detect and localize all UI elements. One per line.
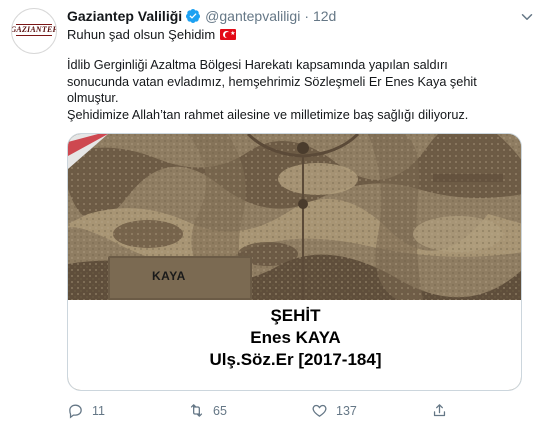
display-name[interactable]: Gaziantep Valiliği [67,8,182,24]
tweet-actions: 11 65 137 [67,402,507,420]
image-caption: ŞEHİT Enes KAYA Ulş.Söz.Er [2017-184] [68,300,521,390]
retweet-icon [190,404,203,417]
like-button[interactable]: 137 [311,402,357,419]
tweet-body-line: Şehidimize Allah’tan rahmet ailesine ve … [67,107,469,122]
chevron-down-icon[interactable] [518,8,536,26]
verified-badge-icon [186,9,201,23]
like-count: 137 [336,403,357,418]
tweet-body-line: İdlib Gerginliği Azaltma Bölgesi Harekat… [67,58,448,72]
like-icon [312,404,327,417]
share-button[interactable] [431,402,456,419]
tweet-header: Gaziantep Valiliği @gantepvaliligi · 12d [67,6,336,26]
retweet-count: 65 [213,403,227,418]
tweet-body-line: olmuştur. [67,91,119,105]
tweet-first-line: Ruhun şad olsun Şehidim ★ [67,27,237,42]
caption-title: ŞEHİT [270,306,321,325]
retweet-button[interactable]: 65 [188,402,227,419]
separator-dot: · [304,8,309,24]
tweet-image[interactable]: KAYA ŞEHİT Enes KAYA Ulş.Söz.Er [2017-18… [67,133,522,391]
caption-name: Enes KAYA [250,328,341,347]
reply-icon [69,404,82,419]
tweet-body: İdlib Gerginliği Azaltma Bölgesi Harekat… [67,57,527,123]
reply-button[interactable]: 11 [67,402,105,419]
turkish-flag-icon: ★ [220,29,237,40]
handle[interactable]: @gantepvaliligi [205,8,300,24]
tweet-card[interactable]: GAZIANTEP Gaziantep Valiliği @gantepvali… [0,0,547,426]
tweet-first-line-text: Ruhun şad olsun Şehidim [67,27,216,42]
share-icon [433,404,446,417]
name-tape: KAYA [108,256,252,300]
tweet-body-line: sonucunda vatan evladımız, hemşehrimiz S… [67,74,477,89]
timestamp[interactable]: 12d [313,8,336,24]
caption-rank: Ulş.Söz.Er [2017-184] [209,350,382,369]
reply-count: 11 [92,403,105,418]
name-tape-label: KAYA [152,269,186,283]
avatar[interactable]: GAZIANTEP [11,8,57,54]
avatar-logo: GAZIANTEP [11,24,57,36]
